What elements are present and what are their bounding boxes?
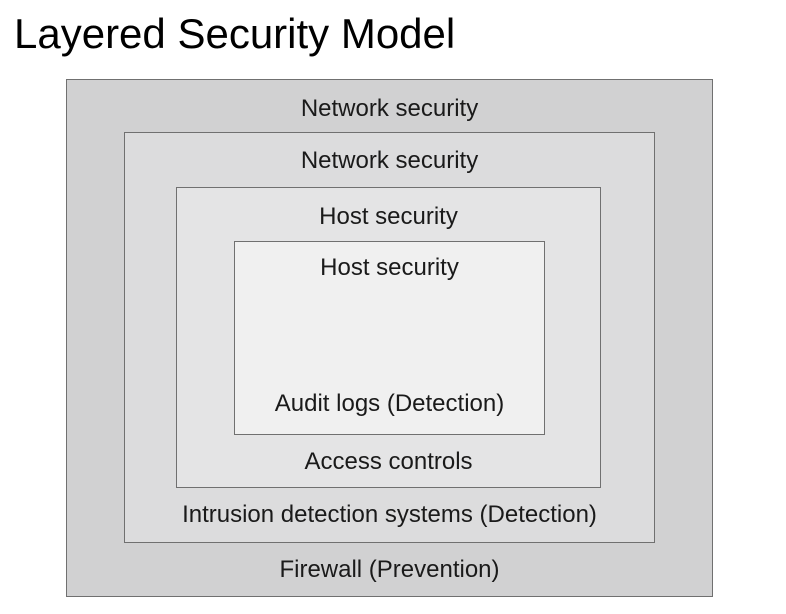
- layer1-bottom-label: Firewall (Prevention): [279, 556, 500, 583]
- layer3-top-label: Host security: [319, 203, 458, 230]
- inner-layer-host-audit: Host security Audit logs (Detection): [234, 241, 545, 435]
- layer4-bottom-label: Audit logs (Detection): [274, 390, 505, 417]
- layer2-top-label: Network security: [300, 147, 479, 174]
- layer1-top-label: Network security: [300, 95, 479, 122]
- layer3-bottom-label: Access controls: [304, 448, 473, 475]
- layer4-top-label: Host security: [320, 254, 459, 281]
- page-title: Layered Security Model: [14, 10, 456, 57]
- layer2-bottom-label: Intrusion detection systems (Detection): [182, 501, 597, 528]
